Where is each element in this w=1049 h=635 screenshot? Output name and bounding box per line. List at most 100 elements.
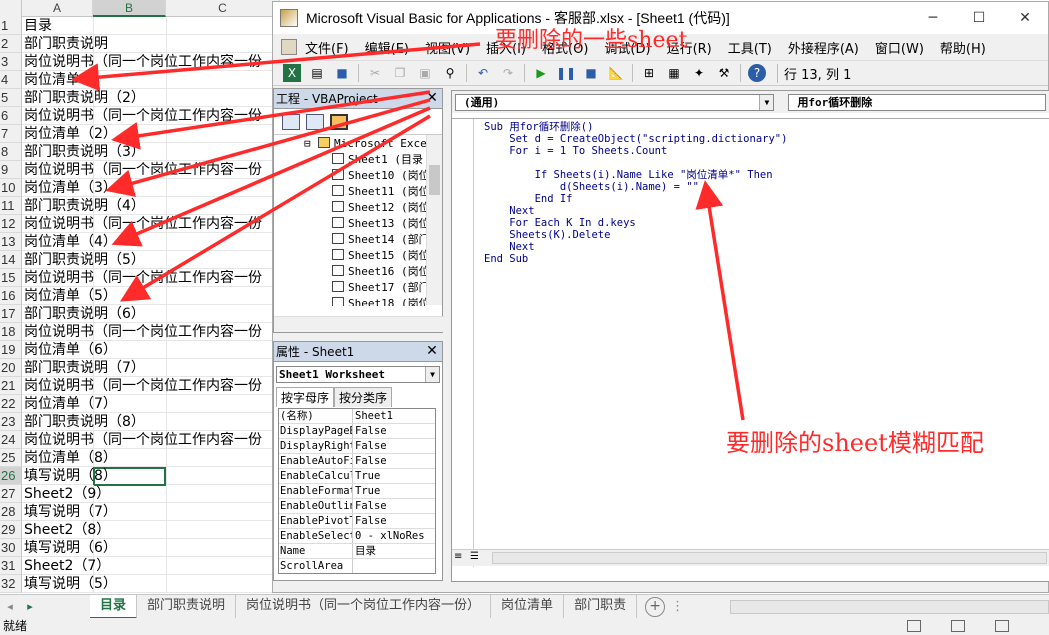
sheet-tab[interactable]: 岗位清单	[491, 594, 565, 619]
menu-item[interactable]: 窗口(W)	[875, 38, 924, 57]
property-row[interactable]: EnableFormat True	[279, 484, 435, 499]
row-number[interactable]: 19	[0, 341, 22, 359]
reset-icon[interactable]: ■	[582, 64, 600, 82]
run-icon[interactable]: ▶	[532, 64, 550, 82]
sheet-tab[interactable]: 部门职责	[564, 594, 638, 619]
property-value[interactable]: 目录	[353, 544, 435, 558]
property-value[interactable]: True	[353, 469, 435, 483]
menu-item[interactable]: 编辑(E)	[365, 38, 409, 57]
row-number[interactable]: 7	[0, 125, 22, 143]
close-pane-icon[interactable]: ✕	[424, 343, 440, 359]
row-number[interactable]: 24	[0, 431, 22, 449]
code-editor[interactable]: Sub 用for循环删除() Set d = CreateObject("scr…	[452, 118, 1049, 567]
cell-a[interactable]: 部门职责说明（2）	[24, 89, 145, 107]
tree-item[interactable]: Sheet17 (部门	[274, 280, 426, 296]
full-module-view-icon[interactable]: ☰	[470, 551, 479, 562]
code-line[interactable]: End Sub	[484, 253, 787, 265]
chevron-down-icon[interactable]: ▼	[759, 95, 774, 110]
tree-folder[interactable]: ⊟ Microsoft Excel	[274, 136, 426, 152]
cell-a[interactable]: 岗位说明书（同一个岗位工作内容一份	[24, 161, 262, 179]
cell-a[interactable]: 岗位说明书（同一个岗位工作内容一份	[24, 431, 262, 449]
row-number[interactable]: 14	[0, 251, 22, 269]
row-number[interactable]: 15	[0, 269, 22, 287]
row-number[interactable]: 23	[0, 413, 22, 431]
row-number[interactable]: 29	[0, 521, 22, 539]
cell-a[interactable]: 岗位清单（6）	[24, 341, 117, 359]
property-row[interactable]: ScrollArea	[279, 559, 435, 573]
menu-item[interactable]: 帮助(H)	[940, 38, 986, 57]
row-number[interactable]: 9	[0, 161, 22, 179]
property-value[interactable]: False	[353, 454, 435, 468]
object-combo[interactable]: (通用) ▼	[455, 94, 775, 111]
cell-a[interactable]: 岗位清单	[24, 71, 80, 89]
close-icon[interactable]: ✕	[1002, 2, 1048, 34]
cell-a[interactable]: 岗位清单（5）	[24, 287, 117, 305]
cell-a[interactable]: 岗位清单（7）	[24, 395, 117, 413]
chevron-down-icon[interactable]: ▼	[425, 367, 439, 382]
normal-view-icon[interactable]	[907, 620, 921, 632]
cell-a[interactable]: 岗位说明书（同一个岗位工作内容一份	[24, 53, 262, 71]
cell-a[interactable]: Sheet2（8）	[24, 521, 110, 539]
column-header-b[interactable]: B	[93, 0, 166, 17]
maximize-icon[interactable]: ☐	[956, 2, 1002, 34]
cell-a[interactable]: Sheet2（9）	[24, 485, 110, 503]
view-code-icon[interactable]	[282, 113, 300, 130]
tab-scroll-right-icon[interactable]: ▸	[20, 600, 40, 613]
column-header-c[interactable]: C	[166, 0, 280, 17]
tree-item[interactable]: Sheet1 (目录	[274, 152, 426, 168]
cell-a[interactable]: 岗位清单（2）	[24, 125, 117, 143]
property-value[interactable]: False	[353, 424, 435, 438]
menu-item[interactable]: 外接程序(A)	[788, 38, 859, 57]
row-number[interactable]: 22	[0, 395, 22, 413]
row-number[interactable]: 4	[0, 71, 22, 89]
tab-alphabetic[interactable]: 按字母序	[276, 387, 335, 407]
row-number[interactable]: 27	[0, 485, 22, 503]
cell-a[interactable]: 岗位清单（8）	[24, 449, 117, 467]
help-icon[interactable]: ?	[748, 64, 766, 82]
cell-a[interactable]: 岗位说明书（同一个岗位工作内容一份	[24, 215, 262, 233]
document-menu-icon[interactable]	[281, 39, 297, 55]
cell-a[interactable]: 岗位清单（4）	[24, 233, 117, 251]
add-sheet-icon[interactable]: +	[645, 596, 666, 617]
row-number[interactable]: 25	[0, 449, 22, 467]
row-number[interactable]: 26	[0, 467, 22, 485]
cell-a[interactable]: 部门职责说明（3）	[24, 143, 145, 161]
undo-icon[interactable]: ↶	[474, 64, 492, 82]
cell-a[interactable]: 填写说明（7）	[24, 503, 117, 521]
select-all-corner[interactable]	[0, 0, 22, 17]
property-row[interactable]: Name 目录	[279, 544, 435, 559]
property-value[interactable]: False	[353, 499, 435, 513]
tree-item[interactable]: Sheet10 (岗位	[274, 168, 426, 184]
property-row[interactable]: DisplayPageB False	[279, 424, 435, 439]
cell-a[interactable]: Sheet2（7）	[24, 557, 110, 575]
property-value[interactable]	[353, 559, 435, 573]
row-number[interactable]: 6	[0, 107, 22, 125]
object-browser-icon[interactable]: ✦	[690, 64, 708, 82]
paste-icon[interactable]: ▣	[416, 64, 434, 82]
row-number[interactable]: 32	[0, 575, 22, 593]
page-layout-icon[interactable]	[951, 620, 965, 632]
toolbox-icon[interactable]: ⚒	[715, 64, 733, 82]
row-number[interactable]: 5	[0, 89, 22, 107]
code-margin[interactable]	[452, 119, 474, 567]
code-horizontal-scrollbar[interactable]	[492, 552, 1047, 564]
code-line[interactable]: For i = 1 To Sheets.Count	[484, 145, 787, 157]
row-number[interactable]: 28	[0, 503, 22, 521]
view-object-icon[interactable]	[306, 113, 324, 130]
property-row[interactable]: EnableCalcul True	[279, 469, 435, 484]
cut-icon[interactable]: ✂	[366, 64, 384, 82]
minimize-icon[interactable]: ─	[910, 2, 956, 34]
code-line[interactable]: For Each K In d.keys	[484, 217, 787, 229]
row-number[interactable]: 2	[0, 35, 22, 53]
row-number[interactable]: 18	[0, 323, 22, 341]
code-line[interactable]: d(Sheets(i).Name) = ""	[484, 181, 787, 193]
property-row[interactable]: EnablePivotT False	[279, 514, 435, 529]
cell-a[interactable]: 岗位说明书（同一个岗位工作内容一份	[24, 323, 262, 341]
close-pane-icon[interactable]: ✕	[424, 90, 440, 106]
row-number[interactable]: 1	[0, 17, 22, 35]
tree-item[interactable]: Sheet13 (岗位	[274, 216, 426, 232]
project-explorer-icon[interactable]: ⊞	[640, 64, 658, 82]
copy-icon[interactable]: ❐	[391, 64, 409, 82]
property-value[interactable]: 0 - xlNoRes	[353, 529, 435, 543]
code-line[interactable]	[484, 157, 787, 169]
